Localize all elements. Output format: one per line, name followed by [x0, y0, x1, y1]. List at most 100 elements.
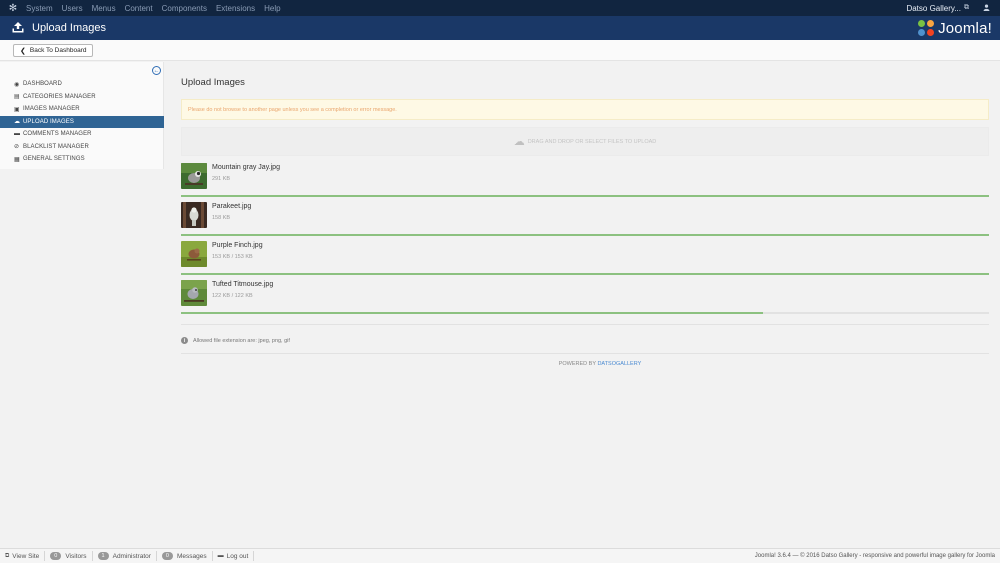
dropzone-label: DRAG AND DROP OR SELECT FILES TO UPLOAD — [527, 138, 657, 145]
sidebar-item-upload-images[interactable]: ☁ UPLOAD IMAGES — [0, 115, 164, 128]
upload-progress-bar — [181, 312, 989, 314]
allowed-extensions-note: i Allowed file extension are: jpeg, png,… — [181, 337, 290, 344]
upload-icon — [12, 22, 26, 34]
top-navbar: ✻ System Users Menus Content Components … — [0, 0, 1000, 16]
sidebar-item-comments-manager[interactable]: ▬ COMMENTS MANAGER — [0, 128, 164, 141]
settings-icon: ▦ — [14, 156, 20, 163]
external-link-icon: ⧉ — [964, 4, 969, 11]
upload-dropzone[interactable]: ☁ DRAG AND DROP OR SELECT FILES TO UPLOA… — [181, 127, 989, 156]
copyright-text: Joomla! 3.6.4 — © 2016 Datso Gallery - r… — [754, 553, 995, 559]
upload-progress-bar — [181, 234, 989, 236]
administrator-indicator: 1 Administrator — [93, 551, 157, 561]
logout-label: Log out — [226, 552, 249, 560]
sidebar-item-categories-manager[interactable]: ▤ CATEGORIES MANAGER — [0, 91, 164, 104]
file-size: 153 KB / 153 KB — [212, 254, 253, 260]
image-thumbnail — [181, 163, 207, 189]
sidebar-item-label: CATEGORIES MANAGER — [23, 93, 96, 100]
visitors-label: Visitors — [65, 552, 87, 560]
upload-file-list: Mountain gray Jay.jpg 291 KB Parakeet.jp… — [181, 163, 989, 319]
dashboard-icon: ◉ — [14, 81, 20, 88]
sidebar-item-blacklist-manager[interactable]: ⊘ BLACKLIST MANAGER — [0, 141, 164, 154]
sidebar: ← ◉ DASHBOARD ▤ CATEGORIES MANAGER ▣ IMA… — [0, 62, 164, 169]
cloud-upload-icon: ☁ — [513, 136, 525, 148]
menu-extensions[interactable]: Extensions — [216, 4, 255, 13]
visitors-indicator: 0 Visitors — [45, 551, 93, 561]
progress-fill — [181, 195, 989, 197]
status-bar: ⧉ View Site 0 Visitors 1 Administrator 0… — [0, 548, 1000, 563]
progress-fill — [181, 312, 763, 314]
back-to-dashboard-button[interactable]: ❮ Back To Dashboard — [13, 44, 94, 57]
view-site-link[interactable]: ⧉ View Site — [0, 551, 46, 561]
file-name: Purple Finch.jpg — [212, 242, 263, 249]
upload-file-item: Tufted Titmouse.jpg 122 KB / 122 KB — [181, 280, 989, 319]
joomla-logo-icon[interactable]: ✻ — [0, 0, 26, 16]
sidebar-item-label: UPLOAD IMAGES — [23, 118, 74, 125]
file-name: Tufted Titmouse.jpg — [212, 281, 274, 288]
sidebar-item-label: IMAGES MANAGER — [23, 106, 80, 113]
ban-icon: ⊘ — [14, 144, 20, 151]
joomla-flower-icon — [918, 19, 935, 37]
joomla-brand: Joomla! — [918, 19, 992, 37]
user-icon[interactable] — [983, 3, 990, 13]
upload-file-item: Purple Finch.jpg 153 KB / 153 KB — [181, 241, 989, 280]
sidebar-item-images-manager[interactable]: ▣ IMAGES MANAGER — [0, 103, 164, 116]
sidebar-item-label: GENERAL SETTINGS — [23, 156, 85, 163]
top-menu: System Users Menus Content Components Ex… — [26, 4, 290, 13]
file-size: 291 KB — [212, 176, 231, 182]
image-thumbnail — [181, 280, 207, 306]
messages-count-badge: 0 — [161, 552, 173, 560]
minus-icon: ▬ — [217, 553, 224, 559]
menu-components[interactable]: Components — [162, 4, 207, 13]
image-thumbnail — [181, 241, 207, 267]
admin-label: Administrator — [112, 552, 151, 560]
menu-system[interactable]: System — [26, 4, 53, 13]
powered-by: POWERED BY DATSOGALLERY — [181, 361, 1000, 367]
sidebar-item-label: BLACKLIST MANAGER — [23, 143, 89, 150]
divider — [181, 324, 989, 325]
navbar-right: Datso Gallery... ⧉ — [906, 4, 1000, 13]
visitors-count-badge: 0 — [50, 552, 62, 560]
sidebar-item-dashboard[interactable]: ◉ DASHBOARD — [0, 78, 164, 91]
sidebar-menu: ◉ DASHBOARD ▤ CATEGORIES MANAGER ▣ IMAGE… — [0, 78, 164, 166]
upload-file-item: Mountain gray Jay.jpg 291 KB — [181, 163, 989, 202]
sidebar-item-general-settings[interactable]: ▦ GENERAL SETTINGS — [0, 153, 164, 166]
joomla-wordmark: Joomla! — [938, 19, 992, 37]
notice-text: Please do not browse to another page unl… — [188, 106, 397, 113]
messages-label: Messages — [176, 552, 207, 560]
divider — [181, 353, 989, 354]
chevron-left-icon: ❮ — [20, 47, 26, 55]
page-title: Upload Images — [32, 22, 106, 34]
info-icon: i — [181, 337, 188, 344]
image-icon: ▣ — [14, 106, 20, 113]
admin-count-badge: 1 — [97, 552, 109, 560]
site-name-link[interactable]: Datso Gallery... — [906, 4, 961, 13]
file-name: Mountain gray Jay.jpg — [212, 164, 280, 171]
page-header: Upload Images Joomla! — [0, 16, 1000, 40]
image-thumbnail — [181, 202, 207, 228]
sidebar-item-label: DASHBOARD — [23, 81, 62, 88]
back-button-label: Back To Dashboard — [29, 47, 87, 54]
cloud-upload-icon: ☁ — [14, 119, 21, 126]
powered-by-label: POWERED BY — [558, 361, 596, 367]
view-site-label: View Site — [12, 552, 40, 560]
allowed-extensions-text: Allowed file extension are: jpeg, png, g… — [193, 337, 290, 344]
upload-file-item: Parakeet.jpg 158 KB — [181, 202, 989, 241]
progress-fill — [181, 273, 989, 275]
menu-content[interactable]: Content — [125, 4, 153, 13]
file-name: Parakeet.jpg — [212, 203, 252, 210]
upload-progress-bar — [181, 273, 989, 275]
upload-progress-bar — [181, 195, 989, 197]
menu-users[interactable]: Users — [62, 4, 83, 13]
sidebar-item-label: COMMENTS MANAGER — [23, 131, 92, 138]
menu-menus[interactable]: Menus — [92, 4, 116, 13]
file-size: 122 KB / 122 KB — [212, 293, 253, 299]
section-title: Upload Images — [181, 77, 245, 88]
comment-icon: ▬ — [14, 131, 21, 138]
folder-icon: ▤ — [14, 94, 20, 101]
datsogallery-link[interactable]: DATSOGALLERY — [597, 361, 641, 367]
menu-help[interactable]: Help — [264, 4, 280, 13]
sidebar-collapse-icon[interactable]: ← — [152, 66, 161, 75]
warning-notice: Please do not browse to another page unl… — [181, 99, 989, 120]
messages-link[interactable]: 0 Messages — [157, 551, 213, 561]
logout-link[interactable]: ▬ Log out — [213, 551, 255, 561]
